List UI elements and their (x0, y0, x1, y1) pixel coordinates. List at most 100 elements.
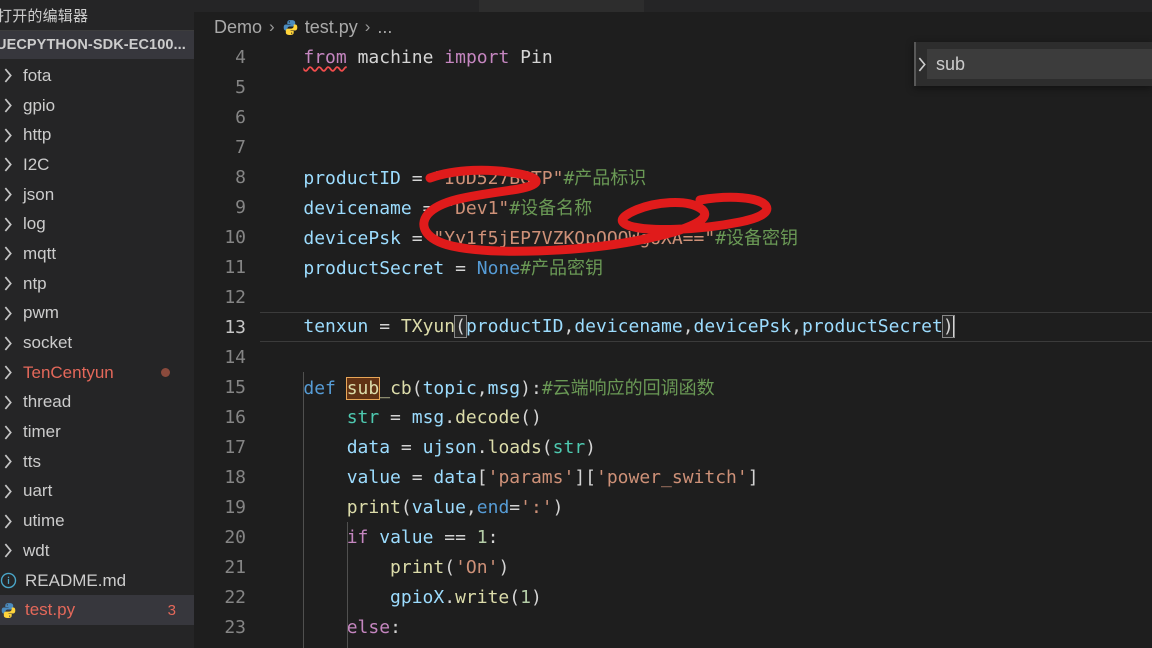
code-token: ( (400, 496, 412, 518)
code-line-15[interactable]: 15 def sub_cb(topic,msg):#云端响应的回调函数 (194, 372, 1152, 402)
tree-item-label: log (23, 214, 46, 234)
chevron-right-icon[interactable] (0, 128, 16, 143)
chevron-right-icon[interactable] (0, 425, 16, 440)
tree-item-i2c[interactable]: I2C (0, 150, 194, 180)
tree-item-http[interactable]: http (0, 120, 194, 150)
chevron-right-icon[interactable] (0, 454, 16, 469)
code-editor[interactable]: 4 from machine import Pin 5 6 7 8 productID … (194, 42, 1152, 648)
code-line-24[interactable]: 24 print('Off') (194, 642, 1152, 648)
code-token: ) (520, 378, 531, 399)
find-input[interactable] (927, 49, 1152, 79)
code-line-18[interactable]: 18 value = data['params']['power_switch'… (194, 462, 1152, 492)
code-token: else (346, 616, 391, 638)
code-token: ( (411, 378, 423, 399)
tree-item-tencentyun[interactable]: TenCentyun (0, 358, 194, 388)
line-number: 18 (224, 466, 246, 488)
tree-item-tts[interactable]: tts (0, 447, 194, 477)
tree-item-uart[interactable]: uart (0, 477, 194, 507)
chevron-right-icon[interactable] (0, 306, 16, 321)
chevron-right-icon[interactable] (0, 395, 16, 410)
tree-item-json[interactable]: json (0, 180, 194, 210)
tree-item-label: TenCentyun (23, 362, 114, 382)
code-token: 'On' (455, 556, 499, 578)
code-line-20[interactable]: 20 if value == 1: (194, 522, 1152, 552)
code-token: , (465, 496, 477, 518)
breadcrumb-file[interactable]: test.py (305, 17, 358, 38)
indent-guide (346, 522, 348, 612)
code-token: #产品密钥 (520, 258, 603, 279)
tree-item-mqtt[interactable]: mqtt (0, 239, 194, 269)
chevron-right-icon[interactable] (0, 187, 16, 202)
active-tab[interactable] (479, 0, 644, 12)
code-token: = (400, 168, 434, 189)
code-line-text: print('On') (260, 557, 1152, 578)
code-line-9[interactable]: 9 devicename = "Dev1"#设备名称 (194, 192, 1152, 222)
tree-item-thread[interactable]: thread (0, 388, 194, 418)
code-token: #设备名称 (509, 198, 593, 219)
chevron-right-icon[interactable] (0, 217, 16, 232)
code-token: decode (455, 406, 521, 428)
chevron-right-icon[interactable] (0, 276, 16, 291)
open-editors-section-header[interactable]: 打开的编辑器 (0, 0, 194, 30)
breadcrumb-ellipsis[interactable]: ... (377, 17, 392, 38)
line-number: 5 (235, 76, 246, 98)
code-line-13[interactable]: 13 tenxun = TXyun(productID,devicename,d… (194, 312, 1152, 342)
chevron-right-icon[interactable] (0, 543, 16, 558)
tree-item-test-py[interactable]: test.py 3 (0, 595, 194, 626)
tree-item-socket[interactable]: socket (0, 328, 194, 358)
code-line-17[interactable]: 17 data = ujson.loads(str) (194, 432, 1152, 462)
chevron-right-icon[interactable] (0, 68, 16, 83)
workspace-folder-header[interactable]: UECPYTHON-SDK-EC100... (0, 31, 194, 59)
code-token: 1 (476, 526, 488, 548)
chevron-right-icon[interactable] (0, 514, 16, 529)
code-token: devicename (574, 316, 683, 337)
chevron-right-icon[interactable] (0, 336, 16, 351)
code-line-10[interactable]: 10 devicePsk = "Yy1f5jEP7VZKQpOOOWgUXA==… (194, 222, 1152, 252)
tree-item-gpio[interactable]: gpio (0, 91, 194, 121)
code-line-21[interactable]: 21 print('On') (194, 552, 1152, 582)
tree-item-timer[interactable]: timer (0, 417, 194, 447)
editor-area: Demo › test.py › ... 4 from machine impo… (194, 0, 1152, 648)
code-token: = (411, 198, 445, 219)
breadcrumb-root[interactable]: Demo (214, 17, 262, 38)
code-token: print (390, 556, 445, 578)
code-line-16[interactable]: 16 str = msg.decode() (194, 402, 1152, 432)
code-line-14[interactable]: 14 (194, 342, 1152, 372)
code-token: value (346, 466, 401, 488)
chevron-right-icon[interactable] (0, 365, 16, 380)
line-number: 13 (224, 316, 246, 338)
tree-item-wdt[interactable]: wdt (0, 536, 194, 566)
chevron-right-icon[interactable] (916, 42, 927, 86)
chevron-right-icon[interactable] (0, 484, 16, 499)
chevron-right-icon[interactable] (0, 246, 16, 261)
code-line-12[interactable]: 12 (194, 282, 1152, 312)
chevron-right-icon[interactable] (0, 157, 16, 172)
find-match-highlight: sub (345, 377, 381, 400)
code-line-8[interactable]: 8 productID = "IUD527BGTP"#产品标识 (194, 162, 1152, 192)
code-line-19[interactable]: 19 print(value,end=':') (194, 492, 1152, 522)
tree-item-readme-md[interactable]: README.md (0, 566, 194, 596)
tree-item-fota[interactable]: fota (0, 61, 194, 91)
workspace-folder-label: UECPYTHON-SDK-EC100... (0, 37, 186, 53)
tree-item-label: uart (23, 481, 53, 501)
tree-item-label: tts (23, 451, 41, 471)
code-token: , (563, 316, 575, 337)
code-token: print (346, 496, 401, 518)
code-line-23[interactable]: 23 else: (194, 612, 1152, 642)
code-token: = (400, 228, 434, 249)
code-line-11[interactable]: 11 productSecret = None#产品密钥 (194, 252, 1152, 282)
tree-item-pwm[interactable]: pwm (0, 299, 194, 329)
tree-item-utime[interactable]: utime (0, 506, 194, 536)
chevron-right-icon[interactable] (0, 98, 16, 113)
tree-item-ntp[interactable]: ntp (0, 269, 194, 299)
code-line-22[interactable]: 22 gpioX.write(1) (194, 582, 1152, 612)
tree-item-log[interactable]: log (0, 209, 194, 239)
code-token: = (444, 258, 477, 279)
code-token: from (303, 46, 347, 68)
line-number: 20 (224, 526, 246, 548)
code-line-7[interactable]: 7 (194, 132, 1152, 162)
line-number: 11 (224, 256, 246, 278)
code-token: : (487, 526, 499, 548)
code-line-6[interactable]: 6 (194, 102, 1152, 132)
